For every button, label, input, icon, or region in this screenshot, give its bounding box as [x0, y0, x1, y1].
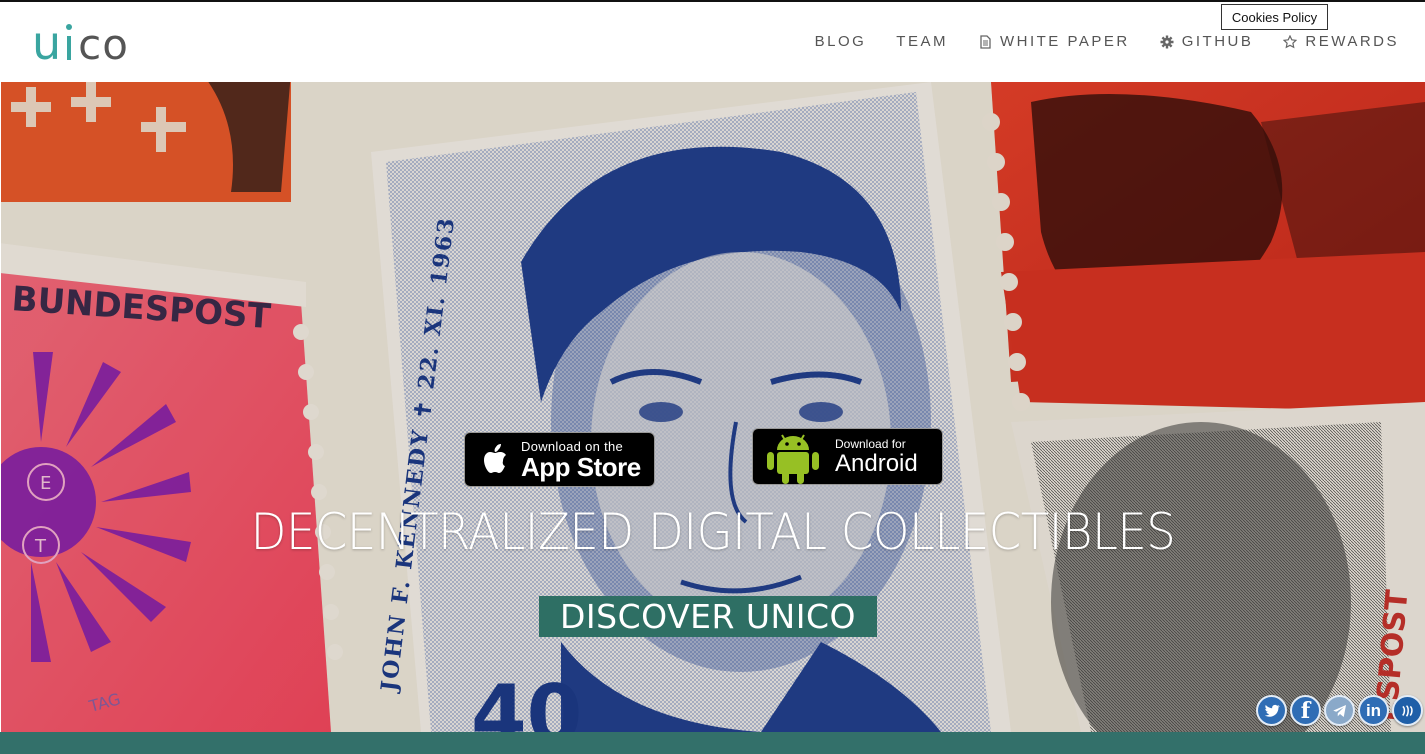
logo-letters-co: co — [78, 20, 129, 69]
footer-band — [0, 732, 1425, 754]
android-download-button[interactable]: Download for Android — [752, 428, 943, 485]
nav-white-paper-label: WHITE PAPER — [999, 33, 1130, 50]
android-big-label: Android — [835, 449, 918, 477]
apple-icon — [484, 443, 506, 473]
telegram-icon[interactable] — [1324, 695, 1355, 726]
android-icon — [767, 433, 819, 484]
nav-blog-label: BLOG — [814, 33, 867, 50]
app-store-big-label: App Store — [521, 451, 641, 482]
logo-letter-i — [62, 20, 76, 66]
nav-team-label: TEAM — [896, 33, 948, 50]
star-icon — [1283, 34, 1298, 48]
nav-rewards-label: REWARDS — [1305, 33, 1399, 50]
document-icon — [980, 34, 991, 49]
gear-icon — [1160, 35, 1174, 48]
android-small-label: Download for — [835, 436, 906, 451]
logo-letter-u: u — [32, 16, 61, 70]
app-store-small-label: Download on the — [521, 438, 624, 454]
linkedin-icon[interactable]: in — [1358, 695, 1389, 726]
hero-section: BUNDESPOST E T TAG JOHN F. KENNEDY ✝ 22.… — [1, 82, 1425, 732]
nav-blog[interactable]: BLOG — [815, 33, 867, 50]
discover-unico-button[interactable]: DISCOVER UNICO — [539, 596, 877, 637]
app-store-button[interactable]: Download on the App Store — [464, 432, 655, 487]
social-share-bar: f in — [1256, 695, 1423, 726]
unico-logo[interactable]: u co — [32, 16, 129, 66]
site-header: u co BLOG TEAM WHITE PAPER GITHUB REWARD… — [0, 0, 1425, 82]
facebook-glyph: f — [1300, 697, 1311, 724]
hero-title: DECENTRALIZED DIGITAL COLLECTIBLES — [250, 503, 1176, 561]
linkedin-glyph: in — [1365, 700, 1382, 720]
facebook-icon[interactable]: f — [1290, 695, 1321, 726]
nav-github-label: GITHUB — [1181, 33, 1254, 50]
nav-rewards[interactable]: REWARDS — [1283, 33, 1399, 50]
main-nav: BLOG TEAM WHITE PAPER GITHUB REWARDS — [785, 33, 1399, 50]
steemit-icon[interactable] — [1392, 695, 1423, 726]
nav-team[interactable]: TEAM — [896, 33, 948, 50]
nav-white-paper[interactable]: WHITE PAPER — [978, 33, 1130, 50]
cookies-policy-tooltip: Cookies Policy — [1221, 4, 1328, 30]
nav-github[interactable]: GITHUB — [1160, 33, 1254, 50]
twitter-icon[interactable] — [1256, 695, 1287, 726]
